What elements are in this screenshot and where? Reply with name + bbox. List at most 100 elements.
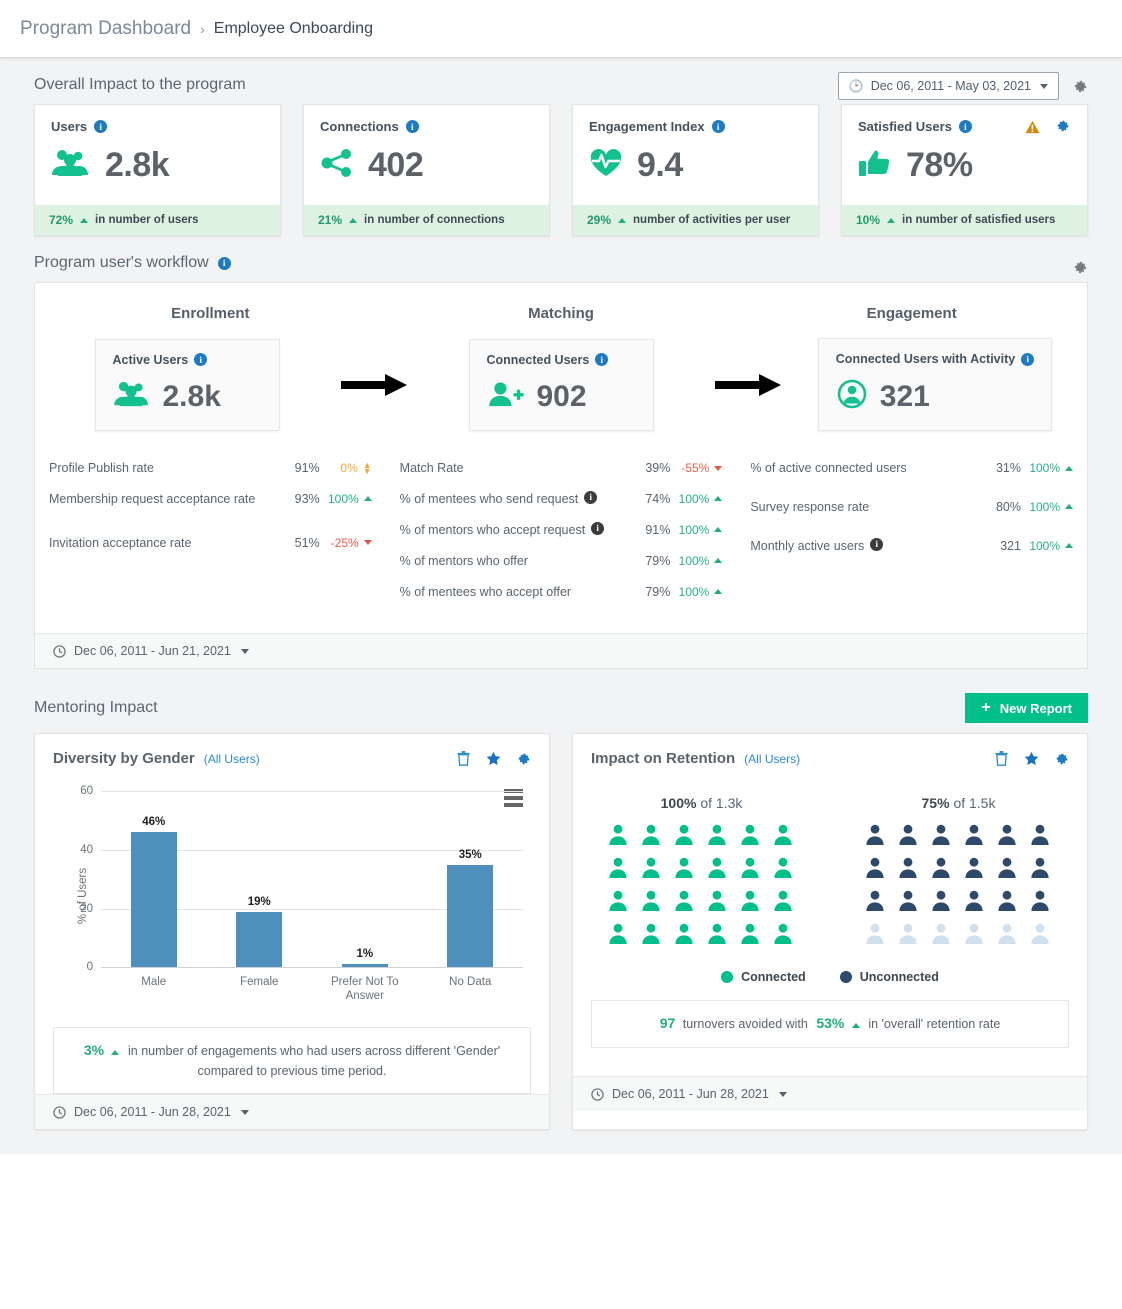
page-body: Overall Impact to the program 🕑 Dec 06, … bbox=[0, 58, 1122, 1154]
pictogram-person bbox=[863, 922, 889, 948]
metric-label: % of active connected users bbox=[750, 460, 906, 477]
card-diversity-subtitle[interactable]: (All Users) bbox=[204, 752, 260, 766]
arrow-down-icon bbox=[364, 540, 372, 545]
metric-label: Invitation acceptance rate bbox=[49, 535, 191, 552]
retention-note-pct: 53% bbox=[816, 1015, 844, 1031]
kpi-card-satisfied-users-body: 78% bbox=[842, 134, 1087, 205]
kpi-card-users-footer: 72% in number of users bbox=[35, 205, 280, 235]
metric-value: 91% bbox=[280, 460, 320, 477]
person-icon bbox=[705, 823, 729, 847]
overall-date-range-picker[interactable]: 🕑 Dec 06, 2011 - May 03, 2021 bbox=[838, 72, 1059, 100]
chart-x-tick-labels: Male Female Prefer Not To Answer No Data bbox=[101, 975, 523, 1004]
delete-trash-icon[interactable] bbox=[995, 751, 1008, 766]
pictogram-person bbox=[1028, 856, 1054, 882]
overall-settings-gear-icon[interactable] bbox=[1073, 79, 1088, 94]
overall-impact-title: Overall Impact to the program bbox=[0, 58, 246, 104]
person-icon bbox=[672, 856, 696, 880]
workflow-panel: Enrollment Matching Engagement Active Us… bbox=[34, 282, 1088, 669]
metric-change: 0% bbox=[340, 460, 357, 476]
delete-trash-icon[interactable] bbox=[457, 751, 470, 766]
pictogram-person bbox=[738, 856, 764, 882]
dashboard-root: Program Dashboard › Employee Onboarding … bbox=[0, 0, 1122, 1309]
pictogram-person bbox=[705, 856, 731, 882]
workflow-settings-gear-icon[interactable] bbox=[1073, 260, 1088, 275]
retention-note-count: 97 bbox=[660, 1015, 676, 1031]
person-icon bbox=[995, 889, 1019, 913]
kpi-card-engagement-index-value: 9.4 bbox=[637, 146, 683, 185]
pictogram-person bbox=[672, 856, 698, 882]
person-icon bbox=[1028, 856, 1052, 880]
info-icon[interactable]: i bbox=[959, 120, 972, 133]
info-icon[interactable]: i bbox=[584, 491, 597, 504]
metric-change: 100% bbox=[679, 553, 710, 569]
person-icon bbox=[771, 823, 795, 847]
workflow-stage-cards: Active Users i 2.8k bbox=[35, 322, 1087, 441]
person-icon bbox=[896, 922, 920, 946]
metric-label: % of mentees who send request bbox=[400, 491, 579, 508]
metric-row: Invitation acceptance rate 51% -25% bbox=[49, 515, 372, 559]
kpi-card-connections: Connections i 402 21% in number of conne… bbox=[303, 104, 550, 236]
kpi-card-users-label: Users bbox=[51, 119, 87, 134]
person-icon bbox=[929, 922, 953, 946]
arrow-up-icon bbox=[714, 496, 722, 501]
bar-female[interactable] bbox=[236, 912, 282, 968]
bar-male[interactable] bbox=[131, 832, 177, 967]
workflow-header: Program user's workflow i bbox=[0, 236, 1122, 282]
arrow-flat-icon: ▲▼ bbox=[363, 462, 372, 475]
favorite-star-icon[interactable] bbox=[1024, 751, 1039, 766]
metric-change: 100% bbox=[679, 491, 710, 507]
bar-prefer-not-to-answer[interactable] bbox=[342, 964, 388, 967]
pictogram-person bbox=[896, 922, 922, 948]
info-icon[interactable]: i bbox=[218, 257, 231, 270]
pictogram-person bbox=[606, 889, 632, 915]
pictogram-person bbox=[738, 889, 764, 915]
info-icon[interactable]: i bbox=[870, 538, 883, 551]
metric-change: 100% bbox=[1029, 499, 1060, 515]
kpi-card-connections-change-text: in number of connections bbox=[364, 214, 505, 226]
retention-card-date-range-value: Dec 06, 2011 - Jun 28, 2021 bbox=[612, 1087, 769, 1101]
info-icon[interactable]: i bbox=[1021, 353, 1034, 366]
person-icon bbox=[771, 856, 795, 880]
metric-label: % of mentors who offer bbox=[400, 553, 528, 570]
favorite-star-icon[interactable] bbox=[486, 751, 501, 766]
satisfied-users-settings-gear-icon[interactable] bbox=[1056, 119, 1071, 134]
metric-label: Profile Publish rate bbox=[49, 460, 154, 477]
chevron-down-icon bbox=[779, 1092, 787, 1097]
workflow-card-connected-users-activity: Connected Users with Activity i 321 bbox=[818, 338, 1052, 431]
arrow-down-icon bbox=[714, 466, 722, 471]
breadcrumb-root-link[interactable]: Program Dashboard bbox=[20, 18, 191, 40]
kpi-card-engagement-index-change-text: number of activities per user bbox=[633, 214, 790, 226]
warning-triangle-icon[interactable] bbox=[1025, 120, 1040, 134]
x-tick-label: Male bbox=[101, 975, 207, 1004]
new-report-button[interactable]: + New Report bbox=[965, 693, 1088, 723]
retention-card-date-range-picker[interactable]: Dec 06, 2011 - Jun 28, 2021 bbox=[573, 1076, 1087, 1111]
info-icon[interactable]: i bbox=[591, 522, 604, 535]
arrow-up-icon bbox=[1065, 504, 1073, 509]
bar-no-data[interactable] bbox=[447, 865, 493, 968]
info-icon[interactable]: i bbox=[712, 120, 725, 133]
new-report-button-label: New Report bbox=[1000, 701, 1072, 716]
info-icon[interactable]: i bbox=[194, 353, 207, 366]
y-tick-label: 0 bbox=[87, 961, 93, 973]
pictogram-person bbox=[771, 889, 797, 915]
info-icon[interactable]: i bbox=[406, 120, 419, 133]
kpi-card-users-value: 2.8k bbox=[105, 146, 169, 185]
person-icon bbox=[995, 922, 1019, 946]
workflow-title-wrap: Program user's workflow i bbox=[0, 236, 231, 282]
info-icon[interactable]: i bbox=[595, 353, 608, 366]
kpi-card-satisfied-users-change: 10% bbox=[856, 213, 880, 227]
card-settings-gear-icon[interactable] bbox=[517, 752, 531, 766]
pictogram-person bbox=[962, 856, 988, 882]
gender-card-date-range-picker[interactable]: Dec 06, 2011 - Jun 28, 2021 bbox=[35, 1094, 549, 1129]
gender-bar-chart: % of Users 60 40 20 0 46% bbox=[53, 781, 531, 1011]
info-icon[interactable]: i bbox=[94, 120, 107, 133]
card-retention-subtitle[interactable]: (All Users) bbox=[744, 752, 800, 766]
workflow-date-range-picker[interactable]: Dec 06, 2011 - Jun 21, 2021 bbox=[35, 633, 1087, 668]
person-icon bbox=[639, 922, 663, 946]
card-settings-gear-icon[interactable] bbox=[1055, 752, 1069, 766]
retention-pictograms bbox=[573, 811, 1087, 948]
chevron-down-icon bbox=[241, 1110, 249, 1115]
metric-row: % of mentors who accept requesti 91% 100… bbox=[400, 515, 723, 546]
bar-data-label: 46% bbox=[142, 816, 165, 828]
person-icon bbox=[962, 823, 986, 847]
